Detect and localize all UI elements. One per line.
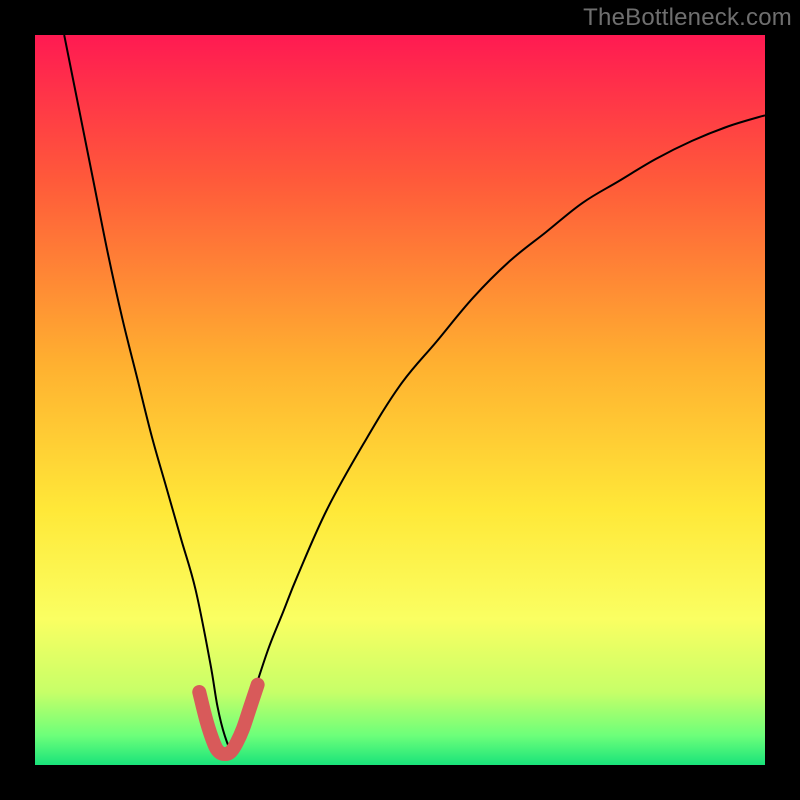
gradient-background	[35, 35, 765, 765]
watermark-text: TheBottleneck.com	[583, 4, 792, 32]
chart-svg	[35, 35, 765, 765]
plot-area	[35, 35, 765, 765]
chart-frame: TheBottleneck.com	[0, 0, 800, 800]
